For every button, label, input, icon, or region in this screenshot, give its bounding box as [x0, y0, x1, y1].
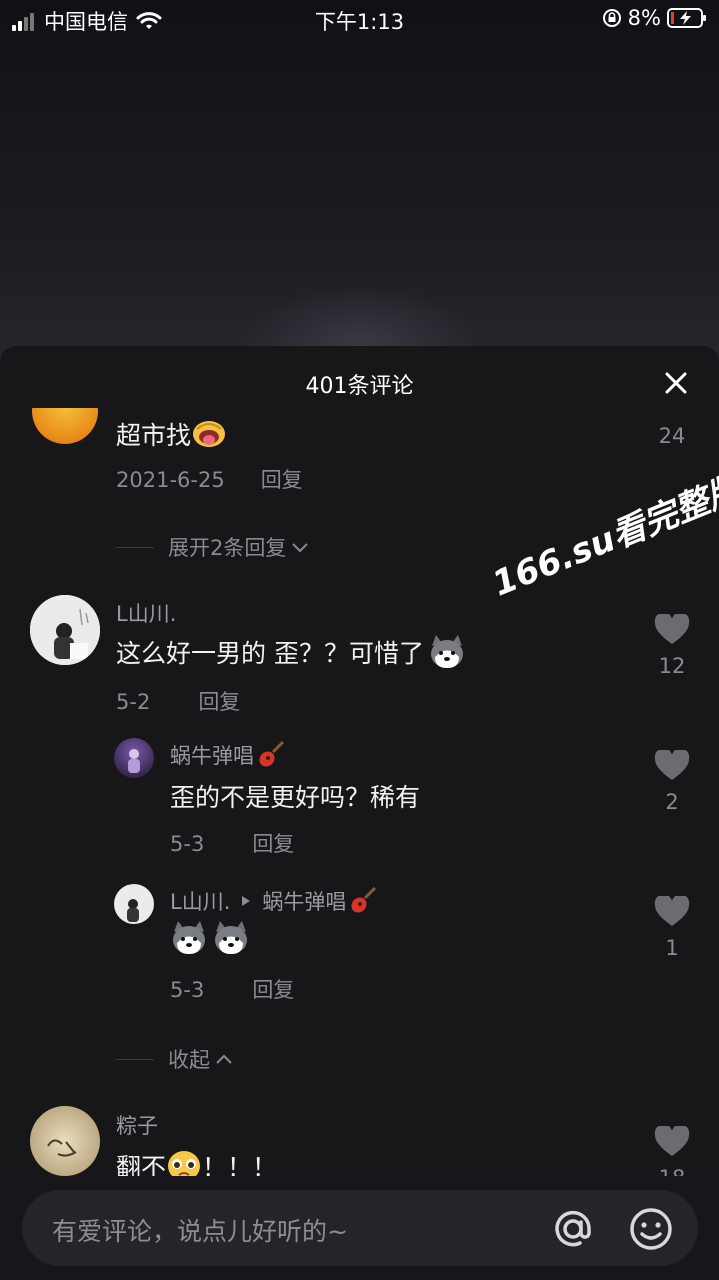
- comment-date: 2021-6-25: [116, 468, 225, 492]
- smiley-icon[interactable]: [628, 1206, 674, 1252]
- comment-input-bar: 有爱评论，说点儿好听的~: [0, 1176, 719, 1280]
- battery-percentage: 8%: [627, 6, 661, 30]
- avatar-image: [127, 899, 139, 922]
- guitar-emoji: [259, 740, 285, 767]
- expand-replies-button[interactable]: 展开2条回复: [116, 532, 310, 562]
- comment-input[interactable]: 有爱评论，说点儿好听的~: [22, 1190, 698, 1266]
- like-button[interactable]: 24: [642, 412, 702, 448]
- reply-date: 5-3: [170, 978, 205, 1002]
- tongue-face-emoji: [193, 421, 226, 447]
- comment-text: 这么好一男的 歪？？可惜了: [116, 634, 466, 670]
- reply-arrow-icon: [242, 896, 251, 906]
- video-background: [0, 0, 719, 400]
- divider-line: [116, 1058, 154, 1060]
- comment-meta: 5-2 回复: [116, 686, 240, 716]
- husky-dog-emoji: [215, 921, 247, 954]
- reply-username[interactable]: 蜗牛弹唱: [170, 740, 286, 770]
- status-bar: 中国电信 下午1:13 8%: [0, 0, 719, 40]
- like-button[interactable]: 1: [642, 896, 702, 960]
- heart-icon: [654, 1126, 690, 1156]
- comment-text: 翻不 ！！！: [116, 1148, 277, 1178]
- like-count: 2: [665, 790, 679, 814]
- comment-meta: 2021-6-25 回复: [116, 464, 303, 494]
- divider-line: [116, 546, 154, 548]
- heart-icon: [654, 614, 690, 644]
- avatar-image: [128, 749, 140, 773]
- collapse-replies-button[interactable]: 收起: [116, 1044, 234, 1074]
- comment-username[interactable]: 粽子: [116, 1110, 158, 1140]
- avatar[interactable]: [30, 1106, 100, 1176]
- rotation-lock-icon: [602, 9, 621, 27]
- reply-text: [170, 920, 250, 956]
- like-count: 12: [658, 654, 686, 678]
- like-count: 1: [665, 936, 679, 960]
- comment-sheet: 401条评论 超市找 24 2021-6-25 回复 展开2条回复 L山川. 这…: [0, 346, 719, 1280]
- chevron-down-icon: [292, 543, 309, 553]
- guitar-emoji: [351, 886, 377, 913]
- pleading-face-emoji: [168, 1151, 201, 1178]
- chevron-up-icon: [216, 1054, 232, 1064]
- comment-username[interactable]: L山川.: [116, 598, 176, 628]
- reply-button[interactable]: 回复: [252, 978, 294, 1002]
- husky-dog-emoji: [173, 921, 205, 954]
- battery-charging-icon: [667, 8, 706, 28]
- comment-date: 5-2: [116, 690, 151, 714]
- avatar[interactable]: [32, 408, 98, 444]
- husky-dog-emoji: [430, 635, 463, 668]
- reply-date: 5-3: [170, 832, 205, 856]
- collapse-replies-label: 收起: [168, 1048, 210, 1072]
- reply-button[interactable]: 回复: [198, 690, 240, 714]
- avatar-image: [30, 595, 100, 665]
- reply-username[interactable]: L山川. 蜗牛弹唱: [170, 886, 378, 916]
- avatar[interactable]: [114, 884, 154, 924]
- like-button[interactable]: 18: [642, 1126, 702, 1178]
- expand-replies-label: 展开2条回复: [168, 536, 287, 560]
- avatar-image: [47, 1139, 77, 1157]
- avatar[interactable]: [114, 738, 154, 778]
- like-count: 24: [658, 424, 686, 448]
- comment-input-placeholder: 有爱评论，说点儿好听的~: [52, 1217, 348, 1246]
- reply-text: 歪的不是更好吗？稀有: [170, 783, 421, 812]
- reply-to-username[interactable]: 蜗牛弹唱: [262, 886, 346, 916]
- comment-text: 超市找: [116, 416, 227, 452]
- comment-count-title: 401条评论: [305, 374, 414, 399]
- heart-icon: [654, 896, 690, 926]
- avatar[interactable]: [30, 595, 100, 665]
- heart-icon: [654, 750, 690, 780]
- like-button[interactable]: 2: [642, 750, 702, 814]
- reply-button[interactable]: 回复: [261, 468, 303, 492]
- like-button[interactable]: 12: [642, 614, 702, 678]
- reply-meta: 5-3 回复: [170, 974, 294, 1004]
- close-icon[interactable]: [663, 370, 689, 396]
- reply-button[interactable]: 回复: [252, 832, 294, 856]
- reply-meta: 5-3 回复: [170, 828, 294, 858]
- at-icon[interactable]: [550, 1206, 596, 1252]
